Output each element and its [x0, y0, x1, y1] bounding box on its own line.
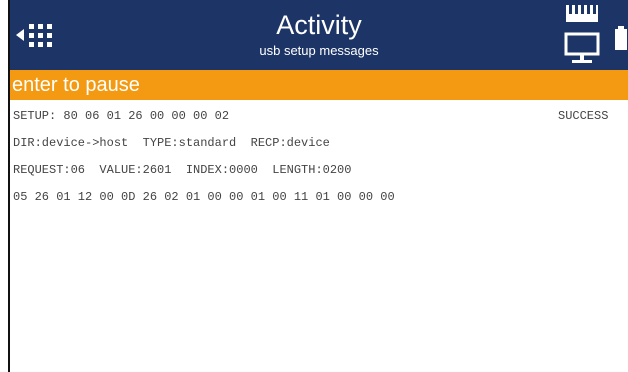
- usb-monitor-icon: [564, 5, 600, 63]
- direction-line: DIR:device->host TYPE:standard RECP:devi…: [13, 136, 330, 150]
- message-log: SETUP: 80 06 01 26 00 00 00 02 SUCCESS D…: [10, 100, 628, 372]
- pause-bar[interactable]: enter to pause: [10, 70, 628, 100]
- setup-line: SETUP: 80 06 01 26 00 00 00 02: [13, 109, 230, 123]
- device-screen: Activity usb setup messages enter to pau…: [8, 0, 628, 372]
- pause-instruction: enter to pause: [12, 74, 140, 96]
- page-subtitle: usb setup messages: [259, 43, 379, 58]
- status-text: SUCCESS: [558, 109, 609, 123]
- battery-icon: [615, 26, 627, 50]
- data-bytes-line: 05 26 01 12 00 0D 26 02 01 00 00 01 00 1…: [13, 190, 395, 204]
- request-line: REQUEST:06 VALUE:2601 INDEX:0000 LENGTH:…: [13, 163, 352, 177]
- header-bar: Activity usb setup messages: [10, 0, 628, 70]
- page-title: Activity: [276, 10, 362, 40]
